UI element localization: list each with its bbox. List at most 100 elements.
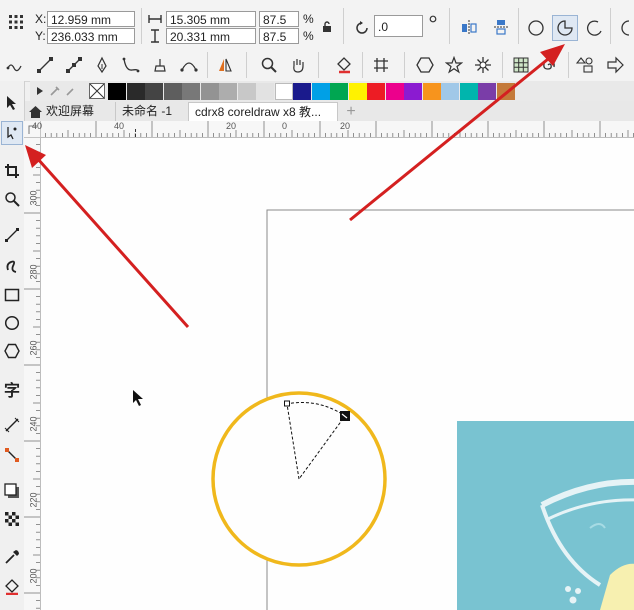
line-tool-icon[interactable] [34,54,56,76]
vertical-ruler[interactable]: 300 280 260 240 220 200 [24,137,41,610]
scale-x-field[interactable]: 87.5 [259,11,299,27]
color-swatch[interactable] [422,83,441,100]
h-tick-label: 20 [226,121,237,131]
color-swatch[interactable] [478,83,496,100]
rectangle-tool-icon[interactable] [1,283,23,307]
color-swatch[interactable] [108,83,126,100]
palette-scroll-right-icon[interactable] [36,85,44,97]
basic-shapes-icon[interactable] [574,54,596,76]
star-tool-icon[interactable] [443,54,465,76]
arrow-shapes-icon[interactable] [604,54,626,76]
v-tick-label: 220 [28,492,39,508]
color-swatch[interactable] [200,83,219,100]
no-color-swatch[interactable] [89,83,105,99]
bspline-tool-icon[interactable] [120,54,142,76]
horizontal-ruler[interactable]: 40 40 20 0 20 [24,121,634,138]
width-field[interactable]: 15.305 mm [166,11,256,27]
document-tabs: 欢迎屏幕 未命名 -1 cdrx8 coreldraw x8 教... + [22,101,634,122]
mirror-vertical-icon[interactable] [490,16,512,38]
freehand-tool-icon[interactable] [4,54,26,76]
color-swatch[interactable] [441,83,459,100]
complex-star-icon[interactable] [472,54,494,76]
direction-icon[interactable] [614,15,634,41]
artistic-media-icon[interactable] [1,253,23,277]
text-tool[interactable]: 字 [1,377,23,401]
color-swatch[interactable] [348,83,367,100]
polygon-tool-icon[interactable] [414,54,436,76]
pie-start-node[interactable] [284,400,290,407]
tab-home-label: 欢迎屏幕 [46,104,95,118]
pan-tool-icon[interactable] [287,54,309,76]
scale-y-field[interactable]: 87.5 [259,28,299,44]
percent-x-label: % [303,12,314,26]
ellipse-tool-icon[interactable] [1,311,23,335]
h-tick-label: 40 [114,121,125,131]
x-position-field[interactable]: 12.959 mm [47,11,135,27]
color-swatch[interactable] [385,83,404,100]
curve-tool-icon[interactable] [1,223,23,247]
color-swatch[interactable] [367,83,385,100]
color-swatch[interactable] [274,83,293,100]
degree-icon [428,14,438,24]
color-swatch[interactable] [145,83,163,100]
polygon-icon[interactable] [1,339,23,363]
spiral-tool-icon[interactable] [537,54,559,76]
drop-shadow-icon[interactable] [1,479,23,503]
color-swatch[interactable] [182,83,200,100]
rotation-field[interactable]: .0 [374,15,423,37]
mouse-cursor-icon [133,390,143,406]
object-origin-icon[interactable] [6,12,26,32]
property-bar: X: 12.959 mm Y: 236.033 mm 15.305 mm 20.… [0,0,634,49]
placed-image[interactable] [457,421,634,610]
color-swatch[interactable] [256,83,274,100]
v-tick-label: 300 [28,190,39,206]
add-tab-button[interactable]: + [340,102,362,121]
graph-paper-icon[interactable] [510,54,532,76]
tab-home[interactable]: 欢迎屏幕 [24,102,114,121]
v-tick-label: 240 [28,416,39,432]
color-swatch[interactable] [496,83,515,100]
width-icon [147,11,163,27]
height-icon [147,28,163,44]
three-point-curve-icon[interactable] [178,54,200,76]
color-palette [30,81,634,101]
transparency-icon[interactable] [1,507,23,531]
color-swatch[interactable] [404,83,422,100]
v-tick-label: 200 [28,568,39,584]
arc-mode-icon[interactable] [583,17,605,39]
pen-tool-icon[interactable] [91,54,113,76]
color-swatch[interactable] [459,83,478,100]
ellipse-mode-icon[interactable] [525,17,547,39]
color-swatch[interactable] [126,83,145,100]
pie-mode-icon[interactable] [552,15,578,41]
drawing-canvas[interactable] [41,138,634,610]
snap-grid-icon[interactable] [370,54,392,76]
pick-tool-icon[interactable] [1,91,23,115]
zoom-tool-icon[interactable] [258,54,280,76]
shape-tool-icon[interactable] [1,121,23,145]
color-swatch[interactable] [163,83,182,100]
eyedropper-tool-icon[interactable] [1,545,23,569]
crop-tool-icon[interactable] [1,159,23,183]
color-picker-icon[interactable] [64,83,78,99]
interactive-fill-icon[interactable] [333,54,355,76]
height-field[interactable]: 20.331 mm [166,28,256,44]
bezier-tool-icon[interactable] [63,54,85,76]
polyline-tool-icon[interactable] [149,54,171,76]
symmetry-tool-icon[interactable] [214,54,236,76]
color-swatch[interactable] [293,83,311,100]
color-swatch[interactable] [237,83,256,100]
color-swatch[interactable] [311,83,330,100]
zoom-icon[interactable] [1,187,23,211]
interactive-fill-tool-icon[interactable] [1,575,23,599]
x-label: X: [35,12,47,26]
color-swatch[interactable] [219,83,237,100]
eyedropper-icon[interactable] [48,83,62,99]
connector-tool-icon[interactable] [1,443,23,467]
lock-ratio-icon[interactable] [320,19,334,35]
tab-active-document[interactable]: cdrx8 coreldraw x8 教... [188,102,338,121]
y-position-field[interactable]: 236.033 mm [47,28,135,44]
mirror-horizontal-icon[interactable] [458,16,480,38]
parallel-dimension-icon[interactable] [1,413,23,437]
color-swatch[interactable] [330,83,348,100]
